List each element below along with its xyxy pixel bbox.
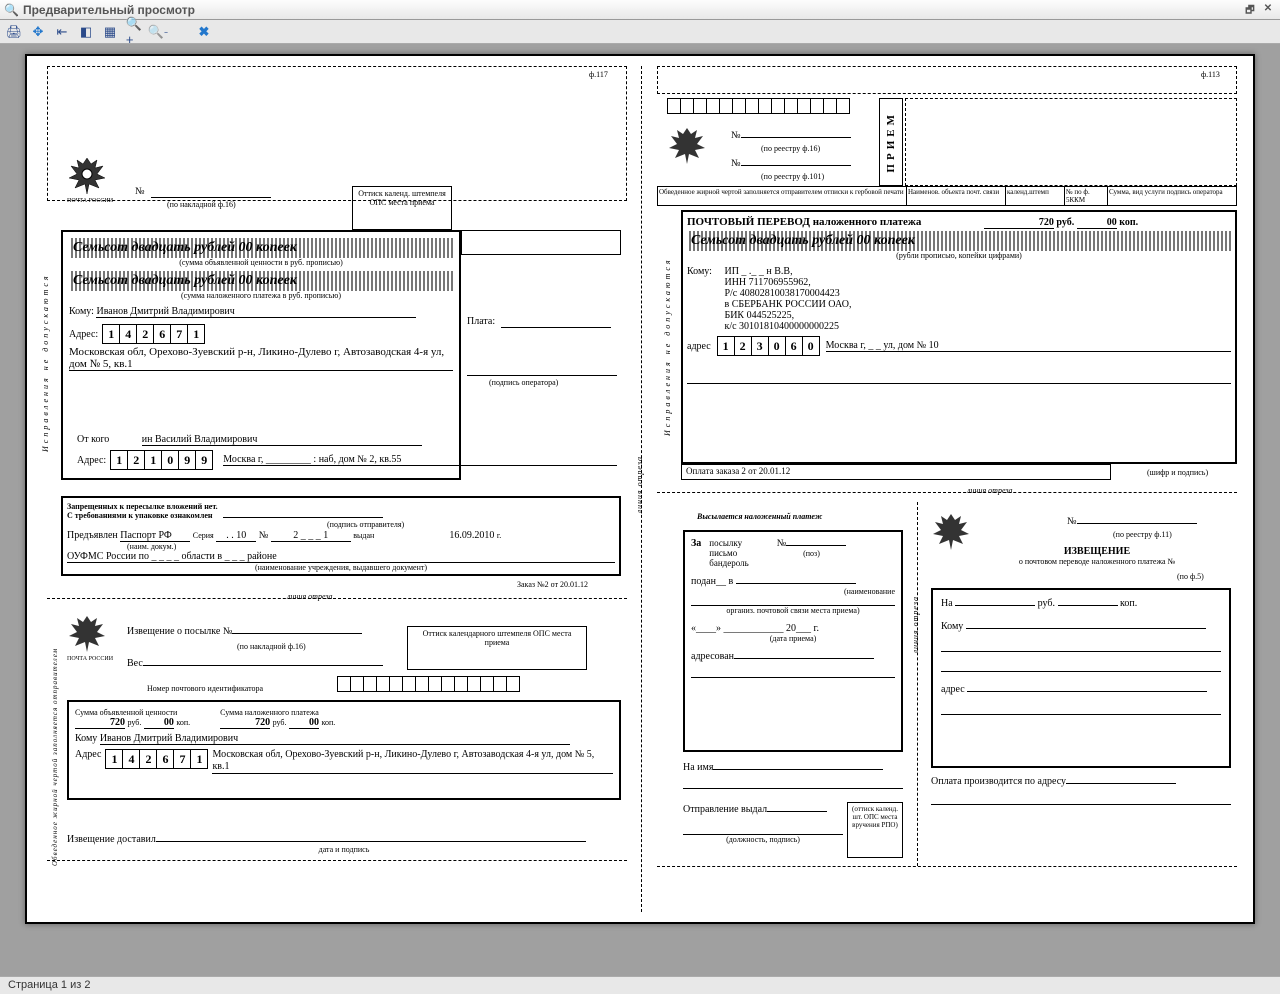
cut-label-vert: линия отреза [635,456,644,514]
otkogo: От кого [77,434,109,445]
first-page-icon[interactable]: ⇤ [54,24,70,40]
close-preview-icon[interactable]: ✖ [196,24,212,40]
index-cells: 142671 [102,324,205,344]
f16-caption: (по накладной ф.16) [167,200,236,209]
status-bar: Страница 1 из 2 [0,976,1280,994]
oper-sign: (подпись оператора) [489,378,558,387]
otkogo-val: ин Василий Владимирович [142,434,422,446]
priem-label: ПРИЕМ [885,111,897,173]
toolbar: 🖨 ✥ ⇤ ◧ ▦ 🔍+ 🔍- ✖ [0,20,1280,44]
app-icon: 🔍 [4,3,19,17]
title-bar: 🔍 Предварительный просмотр 🗗 ✕ [0,0,1280,20]
sum-cap2: (сумма наложенного платежа в руб. пропис… [69,291,453,300]
restore-button[interactable]: 🗗 [1242,3,1258,17]
adres-lbl: Адрес: [69,329,98,340]
form-117: ф.117 [589,70,608,79]
sum-text-1: Семьсот двадцать рублей 00 копеек [69,238,453,258]
document-page: линия отреза ф.117 ПОЧТА РОССИИ № (по на… [25,54,1255,924]
print-icon[interactable]: 🖨 [6,24,22,40]
coat-of-arms-icon-4 [931,512,971,554]
coat-of-arms-icon-2 [67,614,107,656]
komu-lbl: Кому: [69,306,94,317]
no-label: № [135,186,145,197]
coat-of-arms-icon-3 [667,126,707,168]
stamp-box: Оттиск календ. штемпеля ОПС места приема [352,186,452,230]
plata: Плата: [467,316,495,327]
sum-text-2: Семьсот двадцать рублей 00 копеек [69,271,453,291]
prev-page-icon[interactable]: ◧ [78,24,94,40]
move-icon[interactable]: ✥ [30,24,46,40]
order-no: Заказ №2 от 20.01.12 [517,580,588,589]
coat-of-arms-icon [67,156,107,198]
preview-workspace[interactable]: линия отреза ф.117 ПОЧТА РОССИИ № (по на… [0,44,1280,976]
no-corrections: Исправления не допускаются [41,252,50,452]
window-title: Предварительный просмотр [23,3,1240,17]
zoom-in-icon[interactable]: 🔍+ [126,24,142,40]
multi-page-icon[interactable]: ▦ [102,24,118,40]
adres-val: Московская обл, Орехово-Зуевский р-н, Ли… [69,346,453,371]
zoom-out-icon[interactable]: 🔍- [150,24,166,40]
komu-val: Иванов Дмитрий Владимирович [96,306,416,318]
close-button[interactable]: ✕ [1260,3,1276,17]
adres2-val: Москва г, _________ : наб, дом № 2, кв.5… [223,454,617,466]
sum-cap1: (сумма объявленной ценности в руб. пропи… [69,258,453,267]
page-indicator: Страница 1 из 2 [8,979,90,991]
